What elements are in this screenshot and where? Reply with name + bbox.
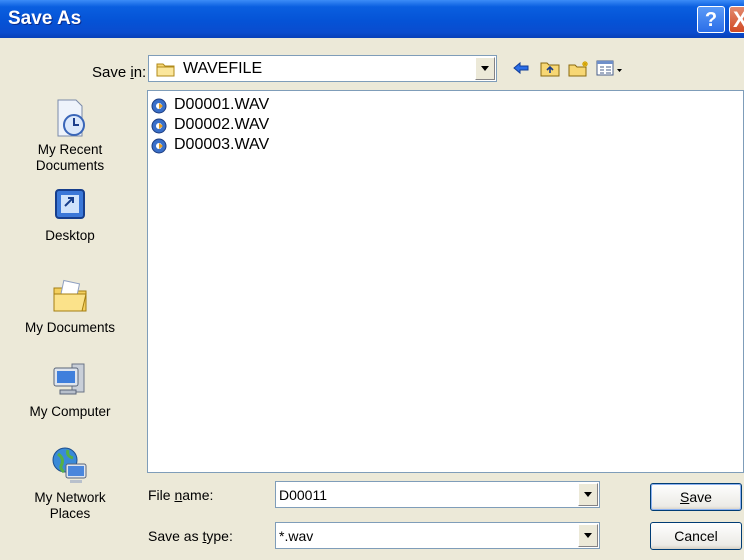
save-button[interactable]: Save [650,483,742,511]
up-one-level-icon[interactable] [540,60,560,82]
file-name: D00002.WAV [174,116,270,133]
save-in-value: WAVEFILE [183,60,263,77]
file-name-dropdown-arrow[interactable] [578,483,598,506]
place-label: Desktop [45,228,95,243]
recent-documents-icon [57,99,85,137]
file-name: D00001.WAV [174,96,270,113]
file-name-label: File name: [148,487,214,503]
save-in-label: Save in: [92,64,147,81]
file-name-field[interactable]: D00011 [275,481,600,508]
title-bar[interactable]: Save As ? X [0,0,744,38]
save-in-dropdown[interactable]: WAVEFILE [148,55,497,82]
network-places-icon [52,447,87,483]
save-as-type-dropdown[interactable]: *.wav [275,522,600,549]
save-as-type-value: *.wav [279,528,314,544]
dialog-title: Save As [8,8,82,29]
close-button[interactable]: X [729,6,744,33]
places-bar: My Recent Documents Desktop My Documents [0,90,140,560]
desktop-icon [55,189,85,219]
place-label: My Computer [29,404,111,419]
back-arrow-icon[interactable] [512,60,530,81]
place-my-computer[interactable]: My Computer [0,360,140,420]
place-label: My Recent Documents [35,142,105,173]
file-name: D00003.WAV [174,136,270,153]
help-button[interactable]: ? [697,6,725,33]
views-menu-icon[interactable] [596,60,624,82]
file-list[interactable]: D00001.WAV D00002.WAV D00003.WAV [147,90,744,473]
place-label: My Network Places [34,490,106,521]
new-folder-icon[interactable] [568,60,590,82]
save-as-type-label: Save as type: [148,528,233,544]
place-desktop[interactable]: Desktop [0,188,140,244]
place-label: My Documents [24,320,116,335]
audio-file-icon [151,138,169,159]
place-my-documents[interactable]: My Documents [0,276,140,336]
place-my-recent-documents[interactable]: My Recent Documents [0,98,140,174]
file-name-value[interactable]: D00011 [279,487,327,503]
place-my-network-places[interactable]: My Network Places [0,446,140,522]
folder-icon [156,61,176,82]
save-in-dropdown-arrow[interactable] [475,57,495,80]
audio-file-icon [151,98,169,119]
save-as-type-dropdown-arrow[interactable] [578,524,598,547]
audio-file-icon [151,118,169,139]
cancel-button[interactable]: Cancel [650,522,742,550]
my-computer-icon [53,363,85,395]
save-as-dialog: Save As ? X Save in: WAVEFILE My Recent … [0,0,744,560]
my-documents-icon [53,279,87,312]
